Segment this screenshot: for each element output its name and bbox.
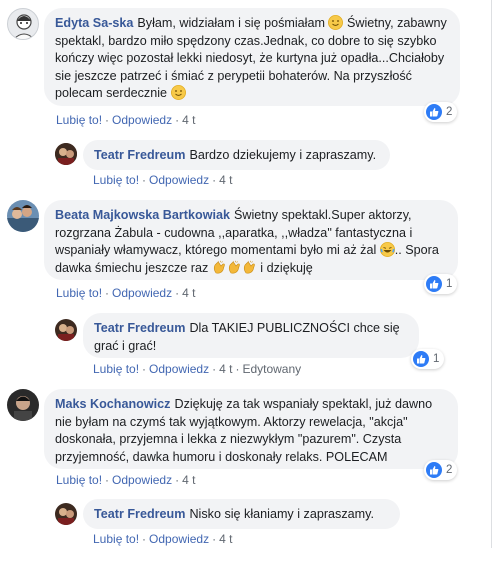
page-avatar[interactable] — [55, 143, 77, 165]
separator: · — [105, 113, 110, 127]
reaction-count-value: 2 — [446, 106, 453, 118]
edited-label[interactable]: Edytowany — [242, 362, 301, 376]
clapping-hands-icon — [242, 260, 257, 275]
reaction-count[interactable]: 1 — [424, 274, 458, 294]
reaction-count[interactable]: 2 — [424, 102, 458, 122]
separator: · — [142, 173, 147, 187]
reply-link[interactable]: Odpowiedz — [112, 113, 172, 127]
reaction-count[interactable]: 2 — [424, 460, 458, 480]
comment-author[interactable]: Maks Kochanowicz — [55, 397, 170, 411]
comments-panel: Edyta Sa-ska Byłam, widziałam i się pośmi… — [0, 0, 492, 548]
reaction-count[interactable]: 1 — [411, 349, 445, 369]
separator: · — [105, 473, 110, 487]
page-avatar[interactable] — [55, 319, 77, 341]
reply-text: Bardzo dziekujemy i zapraszamy. — [189, 148, 377, 162]
comment-actions: Lubię to! · Odpowiedz · 4 t — [56, 113, 195, 127]
timestamp[interactable]: 4 t — [219, 532, 232, 546]
comment-author[interactable]: Edyta Sa-ska — [55, 16, 133, 30]
clapping-hands-icon — [212, 260, 227, 275]
smile-emoji-icon — [170, 85, 186, 100]
comment-bubble: Maks Kochanowicz Dziękuję za tak wspaniał… — [44, 389, 458, 469]
separator: · — [142, 362, 147, 376]
avatar[interactable] — [7, 389, 39, 421]
reply-author[interactable]: Teatr Fredreum — [94, 321, 185, 335]
timestamp[interactable]: 4 t — [219, 362, 232, 376]
reply-actions: Lubię to! · Odpowiedz · 4 t · Edytowany — [93, 362, 301, 376]
like-link[interactable]: Lubię to! — [93, 173, 139, 187]
like-link[interactable]: Lubię to! — [93, 532, 139, 546]
like-reaction-icon — [426, 104, 442, 120]
smile-emoji-icon — [328, 15, 344, 30]
comment-text: Byłam, widziałam i się pośmiałam — [137, 16, 329, 30]
like-link[interactable]: Lubię to! — [93, 362, 139, 376]
comment-author[interactable]: Beata Majkowska Bartkowiak — [55, 208, 230, 222]
separator: · — [235, 362, 240, 376]
page-bottom — [0, 548, 492, 574]
reply-link[interactable]: Odpowiedz — [149, 362, 209, 376]
reply-link[interactable]: Odpowiedz — [112, 473, 172, 487]
separator: · — [142, 532, 147, 546]
clapping-hands-icon — [227, 260, 242, 275]
separator: · — [175, 113, 180, 127]
comment-actions: Lubię to! · Odpowiedz · 4 t — [56, 286, 195, 300]
reaction-count-value: 1 — [446, 278, 453, 290]
reply-link[interactable]: Odpowiedz — [149, 173, 209, 187]
reply-text: Nisko się kłaniamy i zapraszamy. — [189, 507, 374, 521]
separator: · — [105, 286, 110, 300]
reply-link[interactable]: Odpowiedz — [149, 532, 209, 546]
separator: · — [212, 173, 217, 187]
timestamp[interactable]: 4 t — [182, 473, 195, 487]
like-link[interactable]: Lubię to! — [56, 473, 102, 487]
like-reaction-icon — [413, 351, 429, 367]
like-reaction-icon — [426, 276, 442, 292]
laughing-emoji-icon — [379, 242, 395, 257]
reply-actions: Lubię to! · Odpowiedz · 4 t — [93, 173, 232, 187]
like-link[interactable]: Lubię to! — [56, 286, 102, 300]
like-reaction-icon — [426, 462, 442, 478]
reply-bubble: Teatr Fredreum Nisko się kłaniamy i zapra… — [83, 499, 400, 529]
comment-text-end: i dziękuję — [256, 260, 313, 275]
reaction-count-value: 2 — [446, 464, 453, 476]
separator: · — [212, 362, 217, 376]
reply-bubble: Teatr Fredreum Bardzo dziekujemy i zapras… — [83, 140, 390, 170]
comment-bubble: Beata Majkowska Bartkowiak Świetny spekta… — [44, 200, 458, 280]
comment-bubble: Edyta Sa-ska Byłam, widziałam i się pośmi… — [44, 8, 460, 106]
reaction-count-value: 1 — [433, 353, 440, 365]
reply-actions: Lubię to! · Odpowiedz · 4 t — [93, 532, 232, 546]
like-link[interactable]: Lubię to! — [56, 113, 102, 127]
timestamp[interactable]: 4 t — [219, 173, 232, 187]
separator: · — [175, 473, 180, 487]
reply-author[interactable]: Teatr Fredreum — [94, 507, 185, 521]
timestamp[interactable]: 4 t — [182, 286, 195, 300]
reply-author[interactable]: Teatr Fredreum — [94, 148, 185, 162]
reply-link[interactable]: Odpowiedz — [112, 286, 172, 300]
timestamp[interactable]: 4 t — [182, 113, 195, 127]
reply-bubble: Teatr Fredreum Dla TAKIEJ PUBLICZNOŚCI ch… — [83, 313, 419, 358]
avatar[interactable] — [7, 8, 39, 40]
separator: · — [175, 286, 180, 300]
avatar[interactable] — [7, 200, 39, 232]
separator: · — [212, 532, 217, 546]
page-avatar[interactable] — [55, 503, 77, 525]
comment-actions: Lubię to! · Odpowiedz · 4 t — [56, 473, 195, 487]
